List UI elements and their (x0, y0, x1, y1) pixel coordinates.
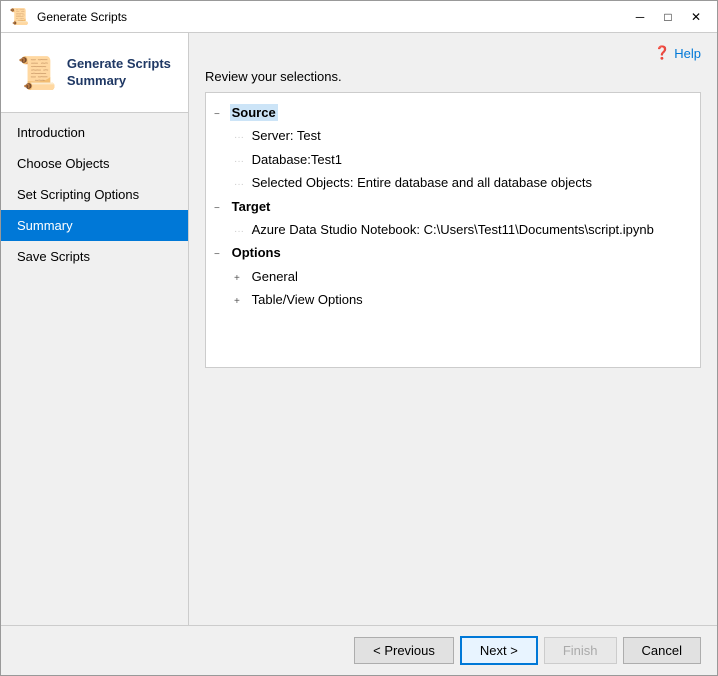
help-icon: ❓ (654, 45, 670, 61)
review-label: Review your selections. (189, 69, 717, 92)
minimize-button[interactable]: ─ (627, 4, 653, 30)
right-panel-header: ❓ Help (189, 33, 717, 69)
general-toggle[interactable]: + (234, 270, 246, 288)
left-panel-title: Generate ScriptsSummary (67, 56, 171, 90)
next-button[interactable]: Next > (460, 636, 538, 665)
options-label: Options (230, 244, 283, 261)
cancel-button[interactable]: Cancel (623, 637, 701, 664)
tree-node-selected-objects: ··· Selected Objects: Entire database an… (234, 171, 692, 194)
options-children: + General + Table/View Options (234, 265, 692, 312)
general-label: General (250, 268, 300, 285)
tree-node-target: − Target ··· Azure Data Studio Notebook:… (214, 195, 692, 242)
close-button[interactable]: ✕ (683, 4, 709, 30)
server-label: Server: Test (250, 127, 323, 144)
content-area: 📜 Generate ScriptsSummary Introduction C… (1, 33, 717, 625)
window-title: Generate Scripts (37, 10, 627, 24)
help-label: Help (674, 46, 701, 61)
title-bar: 📜 Generate Scripts ─ □ ✕ (1, 1, 717, 33)
tree-node-database: ··· Database:Test1 (234, 148, 692, 171)
main-window: 📜 Generate Scripts ─ □ ✕ 📜 Generate Scri… (0, 0, 718, 676)
previous-button[interactable]: < Previous (354, 637, 454, 664)
database-label: Database:Test1 (250, 151, 344, 168)
left-panel-icon: 📜 (17, 54, 57, 92)
source-children: ··· Server: Test ··· Database:Test1 ··· … (234, 124, 692, 194)
azure-notebook-toggle: ··· (234, 223, 246, 241)
nav-items: Introduction Choose Objects Set Scriptin… (1, 113, 188, 272)
sidebar-item-save-scripts[interactable]: Save Scripts (1, 241, 188, 272)
source-toggle[interactable]: − (214, 106, 226, 124)
options-toggle[interactable]: − (214, 246, 226, 264)
source-label: Source (230, 104, 278, 121)
tree-container: − Source ··· Server: Test ··· Database:T… (205, 92, 701, 368)
server-toggle: ··· (234, 129, 246, 147)
selected-objects-label: Selected Objects: Entire database and al… (250, 174, 594, 191)
azure-notebook-label: Azure Data Studio Notebook: C:\Users\Tes… (250, 221, 656, 238)
database-toggle: ··· (234, 153, 246, 171)
tree-node-server: ··· Server: Test (234, 124, 692, 147)
tree-node-azure-notebook: ··· Azure Data Studio Notebook: C:\Users… (234, 218, 692, 241)
finish-button: Finish (544, 637, 617, 664)
title-bar-controls: ─ □ ✕ (627, 4, 709, 30)
window-icon: 📜 (9, 7, 29, 27)
right-panel: ❓ Help Review your selections. − Source … (189, 33, 717, 625)
target-label: Target (230, 198, 273, 215)
help-link[interactable]: ❓ Help (654, 45, 701, 61)
sidebar-item-choose-objects[interactable]: Choose Objects (1, 148, 188, 179)
spacer (189, 368, 717, 626)
tree-node-general: + General (234, 265, 692, 288)
target-children: ··· Azure Data Studio Notebook: C:\Users… (234, 218, 692, 241)
bottom-bar: < Previous Next > Finish Cancel (1, 625, 717, 675)
selected-objects-toggle: ··· (234, 176, 246, 194)
sidebar-item-summary[interactable]: Summary (1, 210, 188, 241)
target-toggle[interactable]: − (214, 200, 226, 218)
sidebar-item-set-scripting-options[interactable]: Set Scripting Options (1, 179, 188, 210)
tree-node-source: − Source ··· Server: Test ··· Database:T… (214, 101, 692, 195)
table-view-label: Table/View Options (250, 291, 365, 308)
left-panel: 📜 Generate ScriptsSummary Introduction C… (1, 33, 189, 625)
left-panel-header: 📜 Generate ScriptsSummary (1, 33, 188, 113)
maximize-button[interactable]: □ (655, 4, 681, 30)
tree-node-options: − Options + General + Table/View Options (214, 241, 692, 311)
sidebar-item-introduction[interactable]: Introduction (1, 117, 188, 148)
tree-node-table-view-options: + Table/View Options (234, 288, 692, 311)
table-view-toggle[interactable]: + (234, 293, 246, 311)
